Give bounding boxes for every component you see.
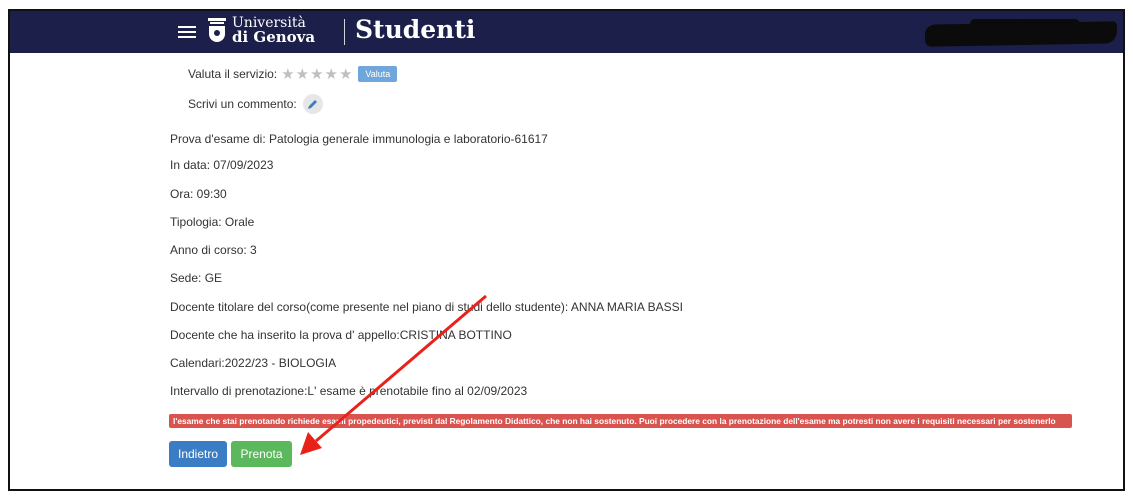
exam-name: Prova d'esame di: Patologia generale imm…: [170, 132, 548, 146]
book-exam-button[interactable]: Prenota: [231, 441, 292, 467]
comment-row: Scrivi un commento:: [188, 94, 323, 114]
redacted-user-name: [924, 21, 1118, 47]
comment-label: Scrivi un commento:: [188, 97, 297, 111]
rating-label: Valuta il servizio:: [188, 67, 278, 81]
prerequisite-warning-alert: l'esame che stai prenotando richiede esa…: [169, 414, 1072, 428]
star-icon[interactable]: ★: [310, 66, 323, 82]
course-lecturer: Docente titolare del corso(come presente…: [170, 300, 683, 314]
exam-time: Ora: 09:30: [170, 187, 227, 201]
calendar: Calendari:2022/23 - BIOLOGIA: [170, 356, 337, 370]
inserting-lecturer: Docente che ha inserito la prova d' appe…: [170, 328, 512, 342]
star-icon[interactable]: ★: [296, 66, 309, 82]
rating-stars[interactable]: ★ ★ ★ ★ ★: [281, 66, 353, 82]
menu-icon[interactable]: [178, 23, 196, 39]
logo-line-2: di Genova: [232, 28, 316, 46]
app-title: Studenti: [355, 15, 476, 44]
exam-type: Tipologia: Orale: [170, 215, 255, 229]
page-frame: Università di Genova Studenti Valuta il …: [8, 9, 1125, 491]
university-seal-icon: [208, 18, 226, 42]
back-button[interactable]: Indietro: [169, 441, 227, 467]
logo-divider: [344, 19, 345, 45]
pencil-icon: [308, 99, 318, 109]
university-logo[interactable]: Università di Genova: [232, 16, 316, 46]
star-icon[interactable]: ★: [281, 66, 294, 82]
top-navbar: Università di Genova Studenti: [10, 11, 1123, 53]
exam-date: In data: 07/09/2023: [170, 158, 274, 172]
star-icon[interactable]: ★: [339, 66, 352, 82]
edit-comment-button[interactable]: [302, 94, 323, 114]
rate-button[interactable]: Valuta: [358, 66, 398, 82]
exam-location: Sede: GE: [170, 271, 223, 285]
star-icon[interactable]: ★: [325, 66, 338, 82]
booking-window: Intervallo di prenotazione:L' esame è pr…: [170, 384, 528, 398]
rating-row: Valuta il servizio: ★ ★ ★ ★ ★ Valuta: [188, 66, 398, 82]
course-year: Anno di corso: 3: [170, 243, 257, 257]
